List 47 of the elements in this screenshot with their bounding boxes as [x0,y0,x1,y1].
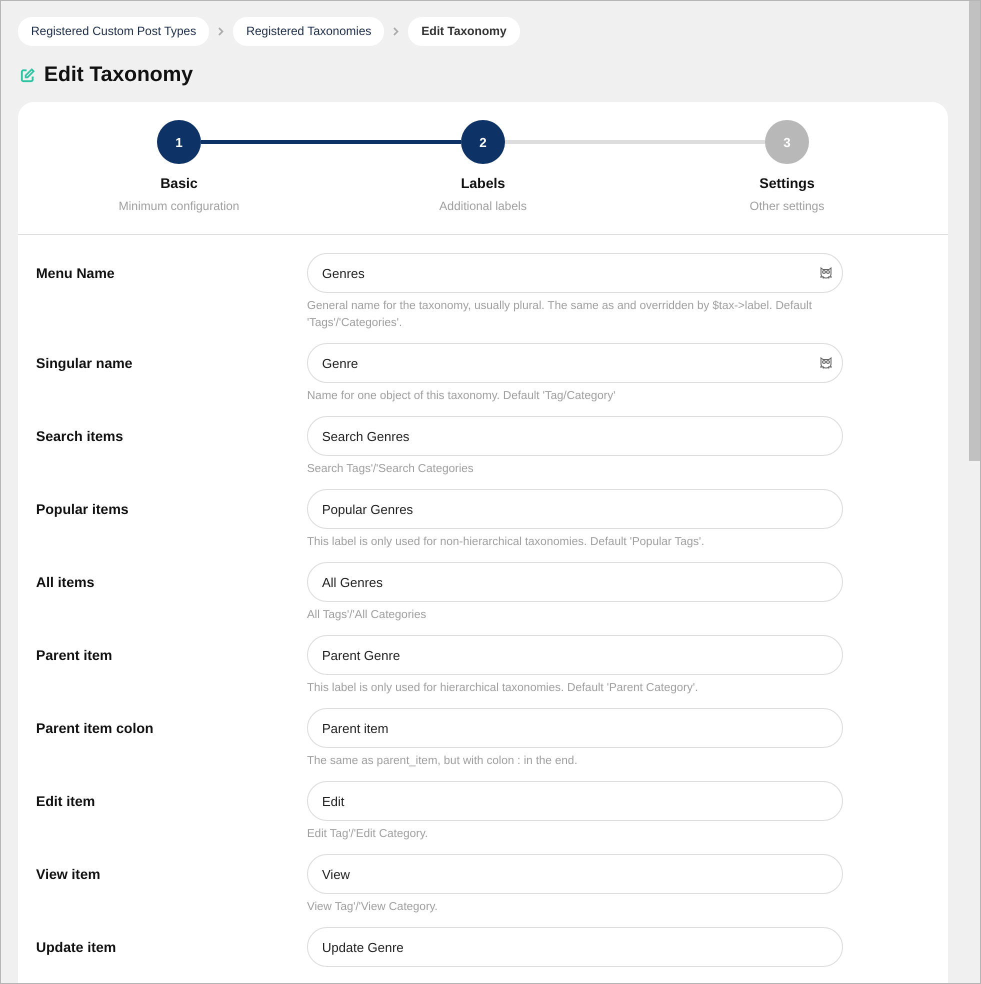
step-title: Settings [759,175,815,191]
scrollbar-thumb[interactable] [969,1,980,461]
step-title: Labels [460,175,506,191]
field-hint: View Tag'/'View Category. [307,900,439,915]
field-hint: All Tags'/'All Categories [307,608,428,623]
step-subtitle: Other settings [750,199,824,213]
text-field[interactable]: All Genres [307,562,843,602]
step-subtitle: Minimum configuration [118,199,240,213]
edit-icon [20,68,35,82]
field-label: Parent item [36,646,114,665]
field-label: Singular name [36,354,134,373]
field-label: View item [36,865,102,884]
field-hint: The same as parent_item, but with colon : in the end. [307,754,578,769]
field-label: Parent item colon [36,719,154,738]
field-label: Edit item [36,792,96,811]
field-hint: Edit Tag'/'Edit Category. [307,827,429,842]
text-field[interactable]: Genre [307,343,843,383]
field-hint: This label is only used for non-hierarchical taxonomies. Default 'Popular Tags'. [307,535,706,550]
field-label: Search items [36,427,124,446]
field-label: Popular items [36,500,130,519]
text-field[interactable]: Search Genres [307,416,843,456]
field-label: Menu Name [36,264,116,283]
field-label: Update item [36,938,118,957]
field-hint: This label is only used for hierarchical taxonomies. Default 'Parent Category'. [307,681,700,696]
text-field[interactable]: Update Genre [307,927,843,967]
text-field[interactable]: Edit [307,781,843,821]
breadcrumb-link[interactable]: Registered Taxonomies [233,17,384,46]
text-field[interactable]: View [307,854,843,894]
field-hint: General name for the taxonomy, usually plural. The same as and overridden by $tax->label. Default 'Tags'/'Categories'. [307,299,813,331]
field-hint: Name for one object of this taxonomy. Default 'Tag/Category' [307,389,616,404]
step-number[interactable]: 2 [461,120,505,164]
owl-icon[interactable] [819,266,833,280]
field-hint: Search Tags'/'Search Categories [307,462,475,477]
step-subtitle: Additional labels [439,199,527,213]
text-field[interactable]: Parent Genre [307,635,843,675]
text-field[interactable]: Popular Genres [307,489,843,529]
breadcrumb-link[interactable]: Edit Taxonomy [408,17,520,46]
owl-icon[interactable] [819,356,833,370]
step-title: Basic [160,175,198,191]
text-field[interactable]: Parent item [307,708,843,748]
chevron-icon [393,27,400,36]
step-number[interactable]: 1 [157,120,201,164]
chevron-icon [218,27,224,36]
breadcrumb-link[interactable]: Registered Custom Post Types [18,17,210,46]
text-field[interactable]: Genres [307,253,843,293]
field-label: All items [36,573,96,592]
page-title: Edit Taxonomy [44,63,193,87]
